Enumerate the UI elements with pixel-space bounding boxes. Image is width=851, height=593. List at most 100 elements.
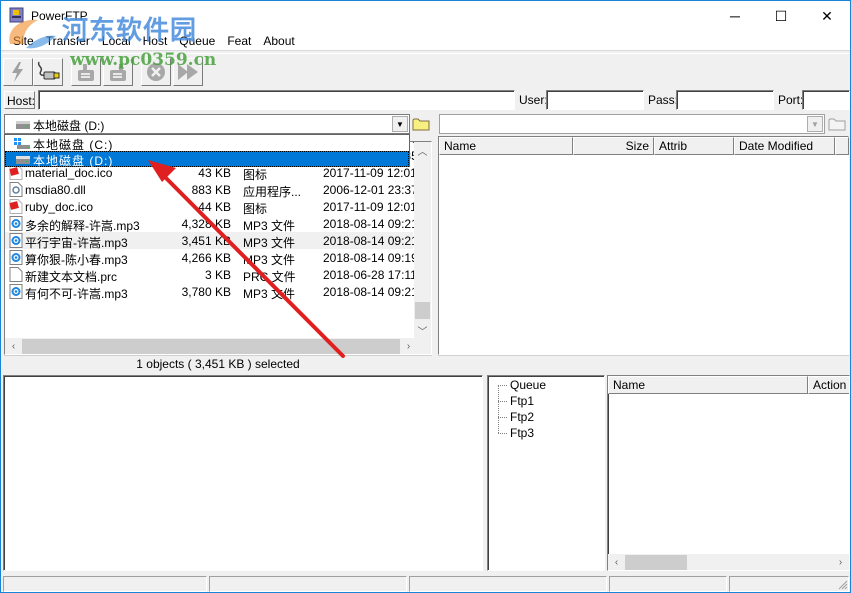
- port-label: Port:: [778, 93, 804, 107]
- upload-button[interactable]: [71, 58, 101, 86]
- download-button[interactable]: [103, 58, 133, 86]
- file-row[interactable]: 多余的解释-许嵩.mp3 4,328 KB MP3 文件 2018-08-14 09:…: [5, 215, 418, 233]
- minimize-button[interactable]: ─: [712, 1, 758, 31]
- resume-button[interactable]: [173, 58, 203, 86]
- file-row[interactable]: 有何不可-许嵩.mp3 3,780 KB MP3 文件 2018-08-14 09:2…: [5, 283, 418, 301]
- local-drive-select[interactable]: 本地磁盘 (D:) ▼: [4, 114, 410, 134]
- file-type: MP3 文件: [243, 287, 296, 301]
- abort-button[interactable]: [141, 58, 171, 86]
- connect-button[interactable]: [3, 58, 33, 86]
- scroll-left-icon[interactable]: ‹: [5, 338, 22, 354]
- tree-item-ftp3[interactable]: Ftp3: [510, 426, 534, 440]
- col-header-size[interactable]: Size: [573, 137, 654, 155]
- menu-host[interactable]: Host: [137, 31, 174, 50]
- queue-col-name[interactable]: Name: [608, 376, 808, 394]
- maximize-icon: ☐: [774, 7, 788, 24]
- local-vertical-scrollbar[interactable]: ︿ ﹀: [414, 142, 431, 339]
- queue-horizontal-scrollbar[interactable]: ‹ ›: [608, 554, 849, 570]
- mp3-file-icon: [9, 216, 23, 231]
- close-icon: ✕: [821, 7, 833, 24]
- file-date: 2018-08-14 09:21: [323, 217, 418, 231]
- scroll-left-icon[interactable]: ‹: [608, 554, 625, 570]
- col-header-name[interactable]: Name: [439, 137, 573, 155]
- chevron-down-icon[interactable]: ▼: [807, 116, 823, 132]
- menu-feat[interactable]: Feat: [221, 31, 257, 50]
- toolbar: [1, 53, 850, 89]
- file-row[interactable]: 新建文本文档.prc 3 KB PRC 文件 2018-06-28 17:11: [5, 266, 417, 284]
- menu-local[interactable]: Local: [96, 31, 137, 50]
- maximize-button[interactable]: ☐: [758, 1, 804, 31]
- scroll-thumb[interactable]: [22, 339, 400, 354]
- window-title: PowerFTP: [31, 9, 88, 23]
- file-date: 2017-11-09 12:01: [323, 166, 417, 180]
- file-row[interactable]: ruby_doc.ico 44 KB 图标 2017-11-09 12:01: [5, 198, 417, 216]
- drive-icon: [16, 121, 30, 129]
- menu-site[interactable]: Site: [7, 31, 40, 50]
- menu-queue[interactable]: Queue: [173, 31, 221, 50]
- host-input[interactable]: [38, 90, 515, 110]
- status-panel-1: [3, 576, 207, 592]
- tree-item-ftp2[interactable]: Ftp2: [510, 410, 534, 424]
- menu-about[interactable]: About: [257, 31, 300, 50]
- drive-option-d[interactable]: 本地磁盘 (D:): [5, 151, 409, 168]
- minimize-icon: ─: [730, 8, 740, 24]
- log-pane[interactable]: [3, 375, 483, 571]
- tree-item-ftp1[interactable]: Ftp1: [510, 394, 534, 408]
- col-header-date-modified[interactable]: Date Modified: [734, 137, 835, 155]
- user-label: User:: [519, 93, 548, 107]
- connection-bar: Host: User: Pass: Port:: [1, 89, 850, 111]
- file-size: 44 KB: [198, 200, 231, 214]
- queue-col-action[interactable]: Action: [808, 376, 849, 394]
- remote-file-list: Name Size Attrib Date Modified: [438, 136, 849, 355]
- file-name: ruby_doc.ico: [25, 200, 94, 214]
- col-header-attrib[interactable]: Attrib: [654, 137, 734, 155]
- file-size: 4,266 KB: [181, 251, 231, 265]
- port-input[interactable]: [802, 90, 850, 110]
- chevron-down-icon[interactable]: ▼: [392, 116, 408, 132]
- file-row[interactable]: 平行宇宙-许嵩.mp3 3,451 KB MP3 文件 2018-08-14 09:2…: [5, 232, 418, 250]
- close-button[interactable]: ✕: [804, 1, 850, 31]
- quick-connect-button[interactable]: [33, 58, 63, 86]
- powerftp-window: PowerFTP ─ ☐ ✕ Site Transfer Local Host …: [0, 0, 851, 593]
- remote-browse-folder-button[interactable]: [827, 114, 847, 134]
- drive-option-c[interactable]: 本地磁盘 (C:): [5, 135, 409, 152]
- status-panel-4: [609, 576, 727, 592]
- pass-input[interactable]: [676, 90, 774, 110]
- file-row[interactable]: 算你狠-陈小春.mp3 4,266 KB MP3 文件 2018-08-14 09:1…: [5, 249, 418, 267]
- local-panel: 本地磁盘 (D:) ▼ 本地磁盘 (C:) 本地磁盘 (D:) material…: [1, 111, 435, 373]
- file-date: 2017-11-09 12:01: [323, 200, 417, 214]
- download-icon: [110, 64, 126, 81]
- app-icon: [9, 7, 24, 23]
- file-date: 2018-08-14 09:21: [323, 234, 418, 248]
- scroll-up-icon[interactable]: ︿: [414, 142, 431, 159]
- dll-file-icon: [9, 182, 23, 197]
- ico-file-icon: [9, 165, 23, 180]
- scroll-right-icon[interactable]: ›: [400, 338, 417, 354]
- mp3-file-icon: [9, 250, 23, 265]
- queue-list: Name Action ‹ ›: [607, 375, 850, 571]
- user-input[interactable]: [546, 90, 644, 110]
- tree-connector: [498, 417, 507, 418]
- tree-item-queue[interactable]: Queue: [510, 378, 546, 392]
- file-row[interactable]: msdia80.dll 883 KB 应用程序... 2006-12-01 23:37: [5, 181, 418, 199]
- pass-label: Pass:: [648, 93, 679, 107]
- menu-transfer[interactable]: Transfer: [40, 31, 96, 50]
- resize-grip-icon[interactable]: [836, 578, 848, 590]
- file-name: 有何不可-许嵩.mp3: [25, 287, 128, 301]
- host-label: Host:: [4, 91, 35, 109]
- scroll-thumb[interactable]: [415, 302, 430, 319]
- fast-forward-icon: [178, 64, 198, 80]
- system-drive-icon: [14, 138, 30, 149]
- status-bar: [1, 574, 850, 592]
- plug-cable-icon: [37, 61, 60, 80]
- scroll-thumb[interactable]: [625, 555, 687, 570]
- file-size: 883 KB: [191, 183, 231, 197]
- file-size: 3,780 KB: [181, 285, 231, 299]
- scroll-right-icon[interactable]: ›: [832, 554, 849, 570]
- drive-dropdown-list: 本地磁盘 (C:) 本地磁盘 (D:): [4, 134, 410, 168]
- scroll-down-icon[interactable]: ﹀: [414, 322, 431, 339]
- local-horizontal-scrollbar[interactable]: ‹ ›: [5, 338, 431, 354]
- local-browse-folder-button[interactable]: [411, 114, 431, 134]
- remote-path-select[interactable]: ▼: [439, 114, 825, 134]
- file-date: 2018-06-28 17:11: [323, 268, 417, 282]
